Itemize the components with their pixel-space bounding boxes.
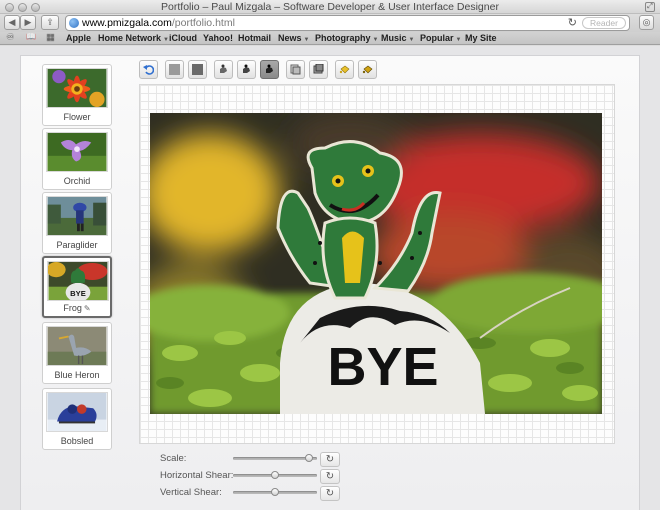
slider-knob[interactable]: [271, 471, 279, 479]
scale-reset-button[interactable]: ↻: [320, 452, 340, 467]
reader-button[interactable]: Reader: [582, 17, 626, 29]
thumbnail-label: Frog ✎: [63, 303, 91, 313]
layer-flip-button[interactable]: [286, 60, 305, 79]
chevron-down-icon: ▼: [303, 37, 310, 43]
url-text[interactable]: www.pmizgala.com/portfolio.html: [82, 17, 235, 29]
layer-rotate-icon: [313, 64, 324, 74]
show-tabs-icon[interactable]: ◎: [639, 15, 654, 30]
bobsled-image: [46, 392, 108, 432]
bucket-light-icon: [339, 65, 350, 74]
bookmarks-icon[interactable]: 📖: [26, 32, 36, 41]
bookmark-icloud[interactable]: iCloud: [169, 33, 197, 43]
slider-knob[interactable]: [271, 488, 279, 496]
stamp-medium-icon: [243, 64, 250, 73]
bookmark-apple[interactable]: Apple: [66, 33, 91, 43]
grayscale-dark-button[interactable]: [188, 60, 207, 79]
stamp-medium-button[interactable]: [237, 60, 256, 79]
undo-button[interactable]: [139, 60, 158, 79]
bookmarks-bar: ♾ 📖 ▦ Apple Home Network ▼ iCloud Yahoo! …: [0, 32, 660, 45]
paraglider-image: [46, 196, 108, 236]
thumbnail-blue-heron[interactable]: Blue Heron: [42, 322, 112, 384]
bucket-dark-icon: [362, 65, 373, 74]
chevron-down-icon: ▼: [372, 37, 379, 43]
address-bar[interactable]: www.pmizgala.com/portfolio.html ↻ Reader: [65, 15, 630, 31]
thumbnail-label: Blue Heron: [54, 370, 100, 380]
chevron-down-icon: ▼: [408, 37, 415, 43]
scale-label: Scale:: [160, 453, 187, 464]
slider-knob[interactable]: [305, 454, 313, 462]
horizontal-shear-slider[interactable]: [233, 471, 317, 479]
thumbnail-flower[interactable]: Flower: [42, 64, 112, 126]
thumbnail-label: Flower: [63, 112, 91, 122]
vertical-shear-slider[interactable]: [233, 488, 317, 496]
grayscale-dark-icon: [192, 64, 203, 75]
reading-list-icon[interactable]: ♾: [6, 32, 15, 43]
orchid-image: [46, 132, 108, 172]
top-sites-icon[interactable]: ▦: [46, 32, 55, 43]
window-title: Portfolio – Paul Mizgala – Software Deve…: [161, 1, 499, 13]
vertical-shear-reset-button[interactable]: ↻: [320, 486, 340, 501]
thumbnail-paraglider[interactable]: Paraglider: [42, 192, 112, 254]
scale-slider[interactable]: [233, 454, 317, 462]
thumbnail-frog[interactable]: BYE Frog ✎: [42, 256, 112, 318]
blue-heron-image: [46, 326, 108, 366]
globe-icon: [69, 18, 79, 28]
browser-toolbar: ◀ ▶ ⇪ www.pmizgala.com/portfolio.html ↻ …: [0, 14, 660, 32]
horizontal-shear-reset-button[interactable]: ↻: [320, 469, 340, 484]
share-button[interactable]: ⇪: [41, 15, 59, 30]
stamp-dark-icon: [266, 64, 273, 73]
undo-icon: [143, 65, 154, 75]
sign-text: BYE: [327, 337, 438, 397]
grayscale-light-button[interactable]: [165, 60, 184, 79]
url-path: /portfolio.html: [171, 17, 235, 29]
bookmark-my-site[interactable]: My Site: [465, 33, 497, 43]
thumbnail-label: Paraglider: [56, 240, 98, 250]
layer-rotate-button[interactable]: [309, 60, 328, 79]
thumbnail-label: Orchid: [63, 176, 91, 186]
stamp-light-button[interactable]: [214, 60, 233, 79]
fullscreen-icon[interactable]: ⤢: [645, 2, 655, 12]
forward-button[interactable]: ▶: [20, 15, 36, 30]
bookmark-home-network[interactable]: Home Network ▼: [98, 33, 169, 43]
stamp-light-icon: [220, 64, 227, 73]
frog-image: BYE: [47, 261, 109, 301]
thumbnail-label: Bobsled: [60, 436, 94, 446]
vertical-shear-label: Vertical Shear:: [160, 487, 222, 498]
pencil-icon[interactable]: ✎: [84, 304, 91, 313]
url-domain: www.pmizgala.com: [82, 17, 172, 29]
thumbnail-orchid[interactable]: Orchid: [42, 128, 112, 190]
thumbnail-bobsled[interactable]: Bobsled: [42, 388, 112, 450]
bucket-dark-button[interactable]: [358, 60, 377, 79]
window-titlebar: Portfolio – Paul Mizgala – Software Deve…: [0, 0, 660, 14]
bookmark-popular[interactable]: Popular ▼: [420, 33, 461, 43]
reload-icon[interactable]: ↻: [568, 16, 577, 29]
stamp-dark-button[interactable]: [260, 60, 279, 79]
layer-flip-icon: [290, 64, 301, 75]
bookmark-photography[interactable]: Photography ▼: [315, 33, 378, 43]
svg-text:BYE: BYE: [70, 289, 86, 298]
flower-image: [46, 68, 108, 108]
horizontal-shear-label: Horizontal Shear:: [160, 470, 234, 481]
bookmark-music[interactable]: Music ▼: [381, 33, 414, 43]
grayscale-light-icon: [169, 64, 180, 75]
frog-photo[interactable]: BYE: [150, 113, 602, 414]
bookmark-hotmail[interactable]: Hotmail: [238, 33, 271, 43]
bucket-light-button[interactable]: [335, 60, 354, 79]
back-button[interactable]: ◀: [4, 15, 20, 30]
chevron-down-icon: ▼: [455, 37, 462, 43]
bookmark-news[interactable]: News ▼: [278, 33, 309, 43]
bookmark-yahoo[interactable]: Yahoo!: [203, 33, 233, 43]
